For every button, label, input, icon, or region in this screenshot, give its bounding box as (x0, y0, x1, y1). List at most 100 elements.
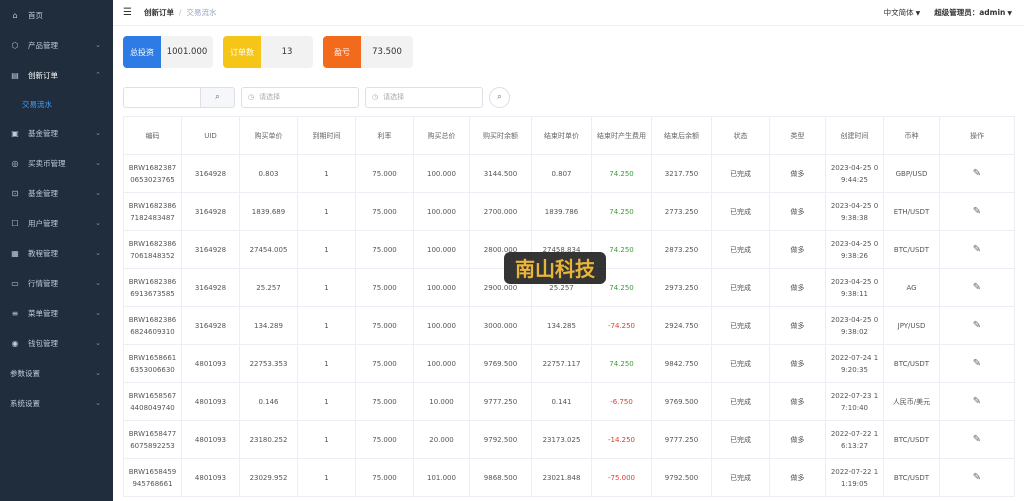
hamburger-icon[interactable]: ☰ (123, 7, 132, 18)
cell-rate: 75.000 (355, 458, 414, 497)
stat-card: 订单数 13 (223, 36, 313, 68)
cell-price: 0.146 (239, 382, 298, 421)
cell-status: 已完成 (711, 458, 770, 497)
cell-rate: 75.000 (355, 154, 414, 193)
edit-icon[interactable]: ✎ (973, 396, 981, 407)
cell-expire: 1 (297, 268, 356, 307)
cell-end_price: 0.141 (531, 382, 592, 421)
cell-currency: BTC/USDT (883, 458, 940, 497)
column-header: 结束时单价 (531, 116, 592, 155)
cell-code: BRW1682386 6913673585 (123, 268, 182, 307)
cell-type: 做多 (769, 420, 826, 459)
user-icon: ☐ (11, 218, 19, 228)
order-icon: ▤ (11, 70, 19, 80)
cell-total: 20.000 (413, 420, 470, 459)
cell-currency: 人民币/美元 (883, 382, 940, 421)
sidebar-item-5[interactable]: ⊡ 基金管理 ⌄ (0, 178, 113, 208)
edit-icon[interactable]: ✎ (973, 206, 981, 217)
filter-row: ⌕ ◷ 请选择 ◷ 请选择 ⌕ (123, 86, 1014, 108)
cell-end_price: 1839.786 (531, 192, 592, 231)
column-header: 利率 (355, 116, 414, 155)
select-filter-2[interactable]: ◷ 请选择 (365, 86, 483, 108)
table-row: BRW1682386 7182483487 3164928 1839.689 1 75.… (123, 192, 1015, 231)
cell-fee: -74.250 (591, 306, 652, 345)
cell-expire: 1 (297, 458, 356, 497)
cell-actions: ✎ (939, 344, 1015, 383)
breadcrumb-parent[interactable]: 创新订单 (144, 7, 174, 18)
coin-icon: ◎ (11, 158, 19, 168)
sidebar-item-1[interactable]: ⬡ 产品管理 ⌄ (0, 30, 113, 60)
chevron-down-icon: ⌄ (95, 279, 101, 287)
chevron-down-icon: ⌄ (95, 399, 101, 407)
sidebar-item-label: 教程管理 (28, 248, 58, 258)
cell-bal_after: 9842.750 (651, 344, 712, 383)
edit-icon[interactable]: ✎ (973, 244, 981, 255)
clock-icon: ◷ (248, 93, 255, 101)
cell-total: 101.000 (413, 458, 470, 497)
search-circle-button[interactable]: ⌕ (489, 86, 510, 108)
cell-expire: 1 (297, 154, 356, 193)
book-icon: ▦ (11, 248, 19, 258)
column-header: 币种 (883, 116, 940, 155)
cell-bal_before: 2900.000 (469, 268, 532, 307)
cell-price: 1839.689 (239, 192, 298, 231)
cell-created: 2022-07-22 1 1:19:05 (825, 458, 884, 497)
menu-icon: ≡ (11, 308, 19, 318)
top-right-controls: 中文简体 ▼ 超级管理员：admin ▼ (884, 7, 1012, 18)
cell-type: 做多 (769, 458, 826, 497)
cell-bal_before: 3144.500 (469, 154, 532, 193)
chart-icon: ▭ (11, 278, 19, 288)
cell-end_price: 23021.848 (531, 458, 592, 497)
cell-uid: 4801093 (181, 382, 240, 421)
search-button[interactable]: ⌕ (201, 86, 235, 108)
table-header-row: 编码 UID 购买单价 到期时间 利率 购买总价 购买时余额 结束时单价 结束时产生费用 结束后余… (123, 116, 1015, 155)
cell-expire: 1 (297, 306, 356, 345)
edit-icon[interactable]: ✎ (973, 358, 981, 369)
cell-actions: ✎ (939, 230, 1015, 269)
cell-type: 做多 (769, 230, 826, 269)
select-filter-1[interactable]: ◷ 请选择 (241, 86, 359, 108)
language-dropdown[interactable]: 中文简体 ▼ (884, 7, 921, 18)
sidebar-item-label: 菜单管理 (28, 308, 58, 318)
sidebar-item-2[interactable]: ▤ 创新订单 ⌃ (0, 60, 113, 90)
cell-bal_after: 2924.750 (651, 306, 712, 345)
column-header: 类型 (769, 116, 826, 155)
cell-code: BRW1682387 0653023765 (123, 154, 182, 193)
sidebar-item-8[interactable]: ▭ 行情管理 ⌄ (0, 268, 113, 298)
chevron-down-icon: ⌄ (95, 159, 101, 167)
sidebar-subitem-active[interactable]: 交易流水 (0, 90, 113, 118)
sidebar-item-6[interactable]: ☐ 用户管理 ⌄ (0, 208, 113, 238)
clock-icon: ◷ (372, 93, 379, 101)
main-area: ☰ 创新订单 / 交易流水 中文简体 ▼ 超级管理员：admin ▼ 总投资 1001… (113, 0, 1024, 501)
column-header: 编码 (123, 116, 182, 155)
cell-bal_before: 3000.000 (469, 306, 532, 345)
edit-icon[interactable]: ✎ (973, 472, 981, 483)
sidebar-item-0[interactable]: ⌂ 首页 (0, 0, 113, 30)
sidebar-item-10[interactable]: ◉ 钱包管理 ⌄ (0, 328, 113, 358)
user-dropdown[interactable]: 超级管理员：admin ▼ (934, 7, 1012, 18)
sidebar-item-4[interactable]: ◎ 买卖币管理 ⌄ (0, 148, 113, 178)
cell-price: 23180.252 (239, 420, 298, 459)
wallet-icon: ◉ (11, 338, 19, 348)
edit-icon[interactable]: ✎ (973, 320, 981, 331)
sidebar-item-label: 买卖币管理 (28, 158, 66, 168)
cell-uid: 3164928 (181, 306, 240, 345)
cell-bal_after: 2873.250 (651, 230, 712, 269)
cell-rate: 75.000 (355, 306, 414, 345)
search-input[interactable] (123, 86, 201, 108)
chevron-down-icon: ⌄ (95, 129, 101, 137)
cell-expire: 1 (297, 230, 356, 269)
edit-icon[interactable]: ✎ (973, 282, 981, 293)
table-row: BRW1658459 945768661 4801093 23029.952 1 75.… (123, 458, 1015, 497)
sidebar-item-9[interactable]: ≡ 菜单管理 ⌄ (0, 298, 113, 328)
edit-icon[interactable]: ✎ (973, 434, 981, 445)
sidebar-item-11[interactable]: 参数设置 ⌄ (0, 358, 113, 388)
chevron-down-icon: ▼ (915, 10, 921, 17)
edit-icon[interactable]: ✎ (973, 168, 981, 179)
sidebar-item-3[interactable]: ▣ 基金管理 ⌄ (0, 118, 113, 148)
sidebar-item-7[interactable]: ▦ 教程管理 ⌄ (0, 238, 113, 268)
cell-uid: 3164928 (181, 154, 240, 193)
cell-rate: 75.000 (355, 344, 414, 383)
column-header: 结束时产生费用 (591, 116, 652, 155)
sidebar-item-12[interactable]: 系统设置 ⌄ (0, 388, 113, 418)
